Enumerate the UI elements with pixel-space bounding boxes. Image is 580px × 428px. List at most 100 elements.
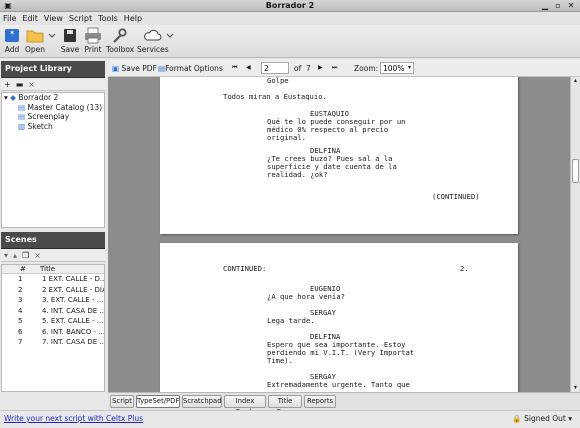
scene-number: 2	[18, 285, 23, 294]
cloud-icon	[144, 29, 162, 41]
screenplay-line: (CONTINUED)	[432, 192, 480, 201]
screenplay-line: Golpe	[267, 77, 289, 85]
sketch-icon: ▧	[18, 121, 26, 131]
tree-item-master-catalog[interactable]: ▤ Master Catalog (13)	[2, 103, 104, 113]
folder-icon	[26, 30, 44, 43]
add-item-icon[interactable]: +	[4, 80, 11, 89]
tree-item-label: Screenplay	[27, 112, 70, 121]
open-menu-button[interactable]	[47, 27, 57, 45]
move-up-icon[interactable]: ▴	[13, 251, 17, 260]
save-pdf-label: Save PDF	[121, 64, 157, 73]
scene-number: 1	[18, 275, 23, 283]
toolbox-button[interactable]: Toolbox	[106, 27, 135, 54]
move-down-icon[interactable]: ▾	[4, 251, 8, 260]
zoom-label: Zoom:	[354, 64, 379, 73]
scene-number: 7	[18, 338, 23, 346]
add-button[interactable]: ✶ Add	[3, 27, 21, 54]
col-title-header[interactable]: Title	[40, 265, 55, 273]
scene-row[interactable]: 7 7. INT. CASA DE ...	[2, 337, 104, 348]
page-number-input[interactable]	[261, 62, 289, 74]
open-button[interactable]: Open	[24, 27, 46, 54]
scene-title: 5. EXT. CALLE - ...	[42, 317, 104, 325]
save-label: Save	[60, 45, 80, 54]
project-library-toolbar: + ▬ ×	[1, 80, 105, 91]
tab-typeset-pdf[interactable]: TypeSet/PDF	[136, 395, 180, 408]
printer-icon	[85, 27, 101, 44]
pdf-toolbar: ▣ Save PDF ▤Format Options ⏮ ◀ of 7 ▶ ⏭ …	[108, 60, 580, 77]
save-button[interactable]: Save	[60, 27, 80, 54]
scene-number: 6	[18, 327, 23, 336]
add-label: Add	[4, 45, 20, 54]
tab-script[interactable]: Script	[110, 395, 134, 408]
duplicate-icon[interactable]: ❐	[22, 251, 29, 260]
scene-row[interactable]: 5 5. EXT. CALLE - ...	[2, 316, 104, 327]
celtx-plus-link[interactable]: Write your next script with Celtx Plus	[4, 414, 143, 423]
tab-index-cards[interactable]: Index Cards	[224, 395, 266, 416]
open-label: Open	[24, 45, 46, 54]
format-options-label: Format Options	[165, 64, 223, 73]
menu-view[interactable]: View	[41, 12, 66, 25]
tab-reports[interactable]: Reports	[304, 395, 336, 408]
minimize-icon[interactable]: ▁	[540, 1, 550, 11]
tab-scratchpad[interactable]: Scratchpad	[182, 395, 222, 408]
scroll-up-icon[interactable]: ▴	[571, 77, 580, 85]
lock-icon: 🔒	[512, 414, 522, 423]
menu-help[interactable]: Help	[121, 12, 145, 25]
services-button[interactable]: Services	[137, 27, 169, 54]
expander-icon[interactable]: ▾	[4, 93, 8, 102]
tree-root[interactable]: ▾ ◆ Borrador 2	[2, 93, 104, 103]
delete-icon[interactable]: ×	[28, 80, 35, 89]
format-options-button[interactable]: ▤Format Options	[158, 64, 223, 73]
scene-title: 1 EXT. CALLE - D...	[42, 275, 104, 283]
chevron-down-icon	[48, 33, 56, 38]
catalog-icon: ▤	[18, 102, 26, 112]
tree-root-label: Borrador 2	[18, 93, 59, 102]
scenes-header: Scenes	[1, 232, 105, 249]
first-page-button[interactable]: ⏮	[232, 64, 237, 72]
project-library-header: Project Library	[1, 61, 105, 78]
next-page-button[interactable]: ▶	[318, 64, 323, 71]
menu-edit[interactable]: Edit	[19, 12, 41, 25]
screenplay-line: Lega tarde.	[267, 316, 315, 325]
tree-item-sketch[interactable]: ▧ Sketch	[2, 122, 104, 132]
scene-row[interactable]: 6 6. INT. BANCO - ...	[2, 327, 104, 338]
toolbox-label: Toolbox	[106, 45, 135, 54]
scene-number: 3	[18, 296, 23, 304]
chevron-down-icon[interactable]: ▾	[408, 64, 411, 71]
prev-page-button[interactable]: ◀	[246, 64, 251, 71]
screenplay-line: original.	[267, 133, 306, 142]
tab-title-page[interactable]: Title Page	[268, 395, 302, 416]
services-menu-button[interactable]	[165, 27, 175, 45]
close-icon[interactable]: ✕	[566, 1, 576, 11]
add-icon: ✶	[5, 29, 19, 42]
title-bar: ▣ Borrador 2 ▁ ▫ ✕	[0, 0, 580, 12]
print-button[interactable]: Print	[83, 27, 103, 54]
window-title: Borrador 2	[265, 1, 315, 10]
screenplay-line: 2.	[460, 264, 469, 273]
scroll-thumb[interactable]	[572, 159, 579, 183]
delete-icon[interactable]: ×	[34, 251, 41, 260]
document-icon: ▤	[18, 112, 26, 121]
menu-script[interactable]: Script	[66, 12, 95, 25]
chevron-down-icon	[166, 33, 174, 38]
scroll-down-icon[interactable]: ▾	[571, 384, 580, 392]
tree-item-screenplay[interactable]: ▤ Screenplay	[2, 112, 104, 122]
status-bar: Write your next script with Celtx Plus 🔒…	[0, 410, 580, 428]
save-pdf-button[interactable]: ▣ Save PDF	[112, 64, 157, 73]
project-tree: ▾ ◆ Borrador 2 ▤ Master Catalog (13) ▤ S…	[1, 92, 105, 228]
menu-tools[interactable]: Tools	[95, 12, 121, 25]
scene-row[interactable]: 4 4. INT. CASA DE ...	[2, 306, 104, 317]
vertical-scrollbar[interactable]: ▴ ▾	[570, 77, 580, 392]
scene-row[interactable]: 1 1 EXT. CALLE - D...	[2, 274, 104, 285]
sign-in-status[interactable]: 🔒 Signed Out ▾	[512, 414, 572, 423]
tree-item-label: Sketch	[27, 121, 53, 131]
maximize-icon[interactable]: ▫	[553, 1, 563, 11]
col-number-header[interactable]: #	[20, 265, 26, 273]
folder-icon[interactable]: ▬	[16, 80, 24, 89]
scene-row[interactable]: 3 3. EXT. CALLE - ...	[2, 295, 104, 306]
pdf-viewer[interactable]: DON PERFECTOGolpeTodos miran a Eustaquio…	[108, 77, 570, 392]
last-page-button[interactable]: ⏭	[332, 64, 337, 72]
menu-file[interactable]: File	[0, 12, 19, 25]
scene-row[interactable]: 2 2 EXT. CALLE - DÍA	[2, 285, 104, 296]
page-2: CONTINUED: 2. EUGENIO ¿A que hora venia? SER…	[160, 243, 518, 392]
